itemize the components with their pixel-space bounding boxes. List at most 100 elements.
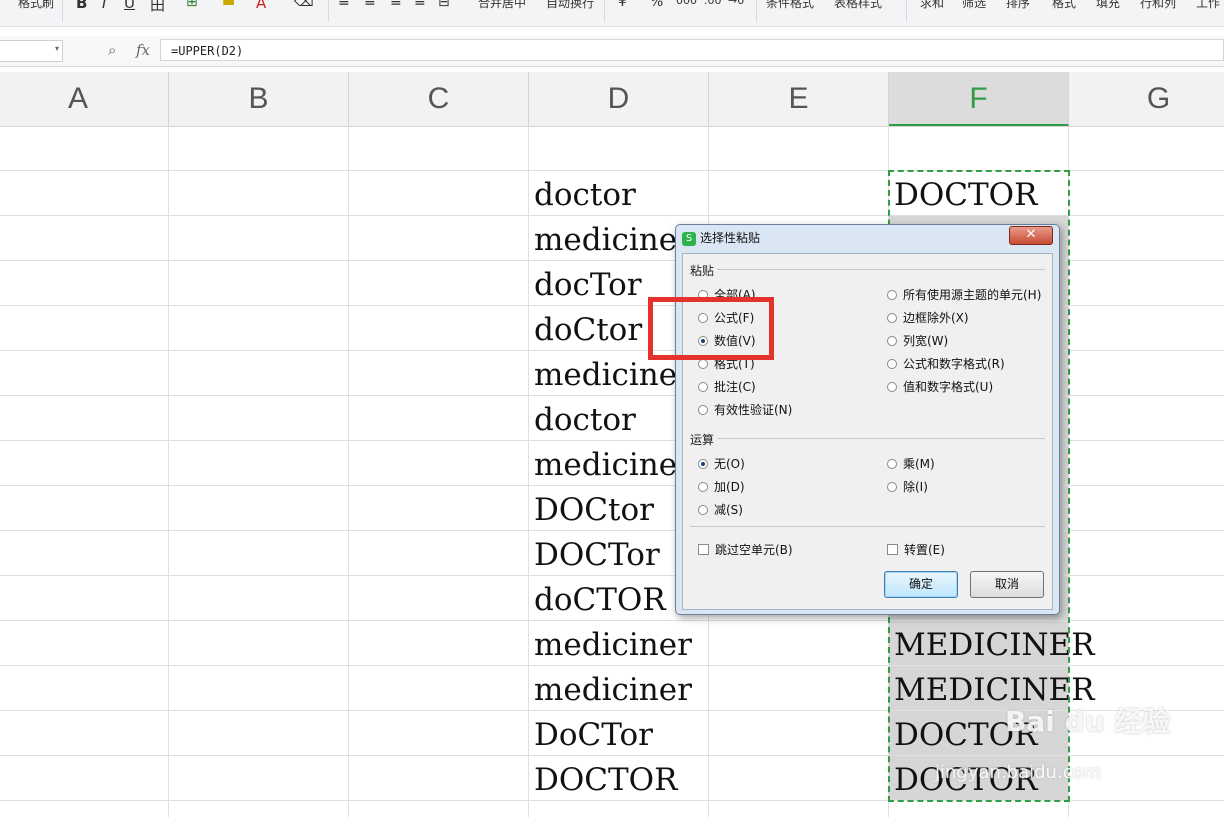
cell-d5[interactable]: doCtor [534, 308, 642, 353]
radio-op-divide[interactable]: 除(I) [887, 479, 928, 495]
distributed-align-icon[interactable]: ⊟ [438, 0, 450, 10]
app-logo-icon: S [682, 231, 696, 246]
watermark-url: jingyan.baidu.com [935, 762, 1102, 783]
radio-paste-comments[interactable]: 批注(C) [698, 379, 756, 395]
radio-label: 无(O) [714, 457, 745, 471]
radio-op-multiply[interactable]: 乘(M) [887, 456, 935, 472]
radio-op-add[interactable]: 加(D) [698, 479, 745, 495]
cell-d12[interactable]: mediciner [534, 623, 692, 668]
radio-op-subtract[interactable]: 减(S) [698, 502, 743, 518]
toolbar-divider [756, 0, 757, 22]
radio-label: 加(D) [714, 480, 745, 494]
checkbox-skip-blanks[interactable]: 跳过空单元(B) [698, 542, 793, 558]
currency-button[interactable]: ¥ [618, 0, 627, 10]
conditional-format-button[interactable]: 条件格式 [766, 0, 814, 11]
ribbon-toolbar: 格式刷 B I U 田 ⊞ ▬ A ⌫ ≡ ≡ ≡ ≡ ⊟ 合并居中 自动换行 … [0, 0, 1224, 27]
cell-d9[interactable]: DOCtor [534, 488, 654, 533]
column-header-d[interactable]: D [529, 72, 709, 126]
radio-icon [887, 312, 897, 323]
worksheet-button[interactable]: 工作 [1196, 0, 1220, 11]
zoom-icon[interactable]: ⌕ [108, 41, 116, 59]
radio-paste-validation[interactable]: 有效性验证(N) [698, 402, 792, 418]
column-header-f[interactable]: F [889, 72, 1069, 126]
chevron-down-icon[interactable]: ▾ [55, 44, 59, 53]
highlight-color-icon[interactable]: ▬ [222, 0, 235, 10]
radio-label: 值和数字格式(U) [903, 380, 994, 394]
column-header-c[interactable]: C [349, 72, 529, 126]
rows-columns-button[interactable]: 行和列 [1140, 0, 1176, 11]
radio-icon [698, 381, 708, 392]
sum-button[interactable]: 求和 [920, 0, 944, 11]
dialog-title: 选择性粘贴 [700, 231, 761, 245]
format-button[interactable]: 格式 [1052, 0, 1076, 11]
radio-paste-column-widths[interactable]: 列宽(W) [887, 333, 948, 349]
checkbox-icon [887, 544, 898, 555]
radio-label: 公式和数字格式(R) [903, 357, 1005, 371]
radio-paste-source-theme[interactable]: 所有使用源主题的单元(H) [887, 287, 1041, 303]
close-button[interactable]: ✕ [1009, 226, 1053, 245]
radio-label: 除(I) [903, 480, 928, 494]
radio-paste-formulas-numbers[interactable]: 公式和数字格式(R) [887, 356, 1005, 372]
checkbox-label: 转置(E) [904, 543, 945, 557]
percent-button[interactable]: % [650, 0, 663, 10]
filter-button[interactable]: 筛选 [962, 0, 986, 11]
dialog-title-bar[interactable]: S 选择性粘贴 [682, 228, 760, 248]
fill-button[interactable]: 填充 [1096, 0, 1120, 11]
italic-button[interactable]: I [102, 0, 106, 12]
justify-icon[interactable]: ≡ [414, 0, 426, 10]
operation-group-label: 运算 [690, 433, 715, 447]
radio-selected-icon [698, 458, 708, 469]
toolbar-divider [62, 0, 63, 22]
name-box[interactable]: ▾ [0, 40, 63, 62]
cell-d4[interactable]: docTor [534, 263, 642, 308]
radio-icon [887, 289, 897, 300]
cell-d8[interactable]: medicine [534, 443, 677, 488]
merge-center-button[interactable]: 合并居中 [478, 0, 526, 11]
cell-d3[interactable]: medicine [534, 218, 677, 263]
radio-icon [887, 481, 897, 492]
cell-d10[interactable]: DOCTor [534, 533, 660, 578]
radio-label: 批注(C) [714, 380, 756, 394]
column-headers: A B C D E F G [0, 72, 1224, 127]
decrease-decimal-icon[interactable]: →0 [728, 0, 744, 7]
thousands-icon[interactable]: 000 [676, 0, 697, 7]
column-header-b[interactable]: B [169, 72, 349, 126]
paste-special-dialog: S 选择性粘贴 ✕ 粘贴 全部(A) 公式(F) 数值(V) 格式(T) 批注(C… [675, 224, 1060, 615]
font-color-icon[interactable]: A [256, 0, 266, 12]
eraser-icon[interactable]: ⌫ [294, 0, 314, 10]
align-center-icon[interactable]: ≡ [364, 0, 376, 10]
checkbox-icon [698, 544, 709, 555]
wrap-text-button[interactable]: 自动换行 [546, 0, 594, 11]
radio-label: 有效性验证(N) [714, 403, 793, 417]
cancel-button[interactable]: 取消 [970, 571, 1044, 598]
radio-paste-values-numbers[interactable]: 值和数字格式(U) [887, 379, 993, 395]
cell-d11[interactable]: doCTOR [534, 578, 666, 623]
radio-paste-no-borders[interactable]: 边框除外(X) [887, 310, 969, 326]
radio-label: 边框除外(X) [903, 311, 969, 325]
cell-d7[interactable]: doctor [534, 398, 636, 443]
increase-decimal-icon[interactable]: .00 [704, 0, 722, 7]
cell-d15[interactable]: DOCTOR [534, 758, 677, 803]
radio-icon [698, 404, 708, 415]
column-header-a[interactable]: A [0, 72, 169, 126]
fill-style-icon[interactable]: ⊞ [186, 0, 198, 10]
formula-input[interactable]: =UPPER(D2) [160, 39, 1224, 61]
cell-d14[interactable]: DoCTor [534, 713, 653, 758]
radio-op-none[interactable]: 无(O) [698, 456, 745, 472]
format-painter-button[interactable]: 格式刷 [18, 0, 54, 11]
column-header-g[interactable]: G [1069, 72, 1224, 126]
fx-icon[interactable]: fx [136, 41, 150, 59]
column-header-e[interactable]: E [709, 72, 889, 126]
checkbox-transpose[interactable]: 转置(E) [887, 542, 945, 558]
ok-button[interactable]: 确定 [884, 571, 958, 598]
underline-button[interactable]: U [124, 0, 135, 12]
sort-button[interactable]: 排序 [1006, 0, 1030, 11]
bold-button[interactable]: B [76, 0, 87, 12]
align-left-icon[interactable]: ≡ [338, 0, 350, 10]
align-right-icon[interactable]: ≡ [390, 0, 402, 10]
radio-label: 减(S) [714, 503, 743, 517]
table-style-button[interactable]: 表格样式 [834, 0, 882, 11]
border-button[interactable]: 田 [150, 0, 165, 15]
cell-d2[interactable]: doctor [534, 173, 636, 218]
cell-d13[interactable]: mediciner [534, 668, 692, 713]
